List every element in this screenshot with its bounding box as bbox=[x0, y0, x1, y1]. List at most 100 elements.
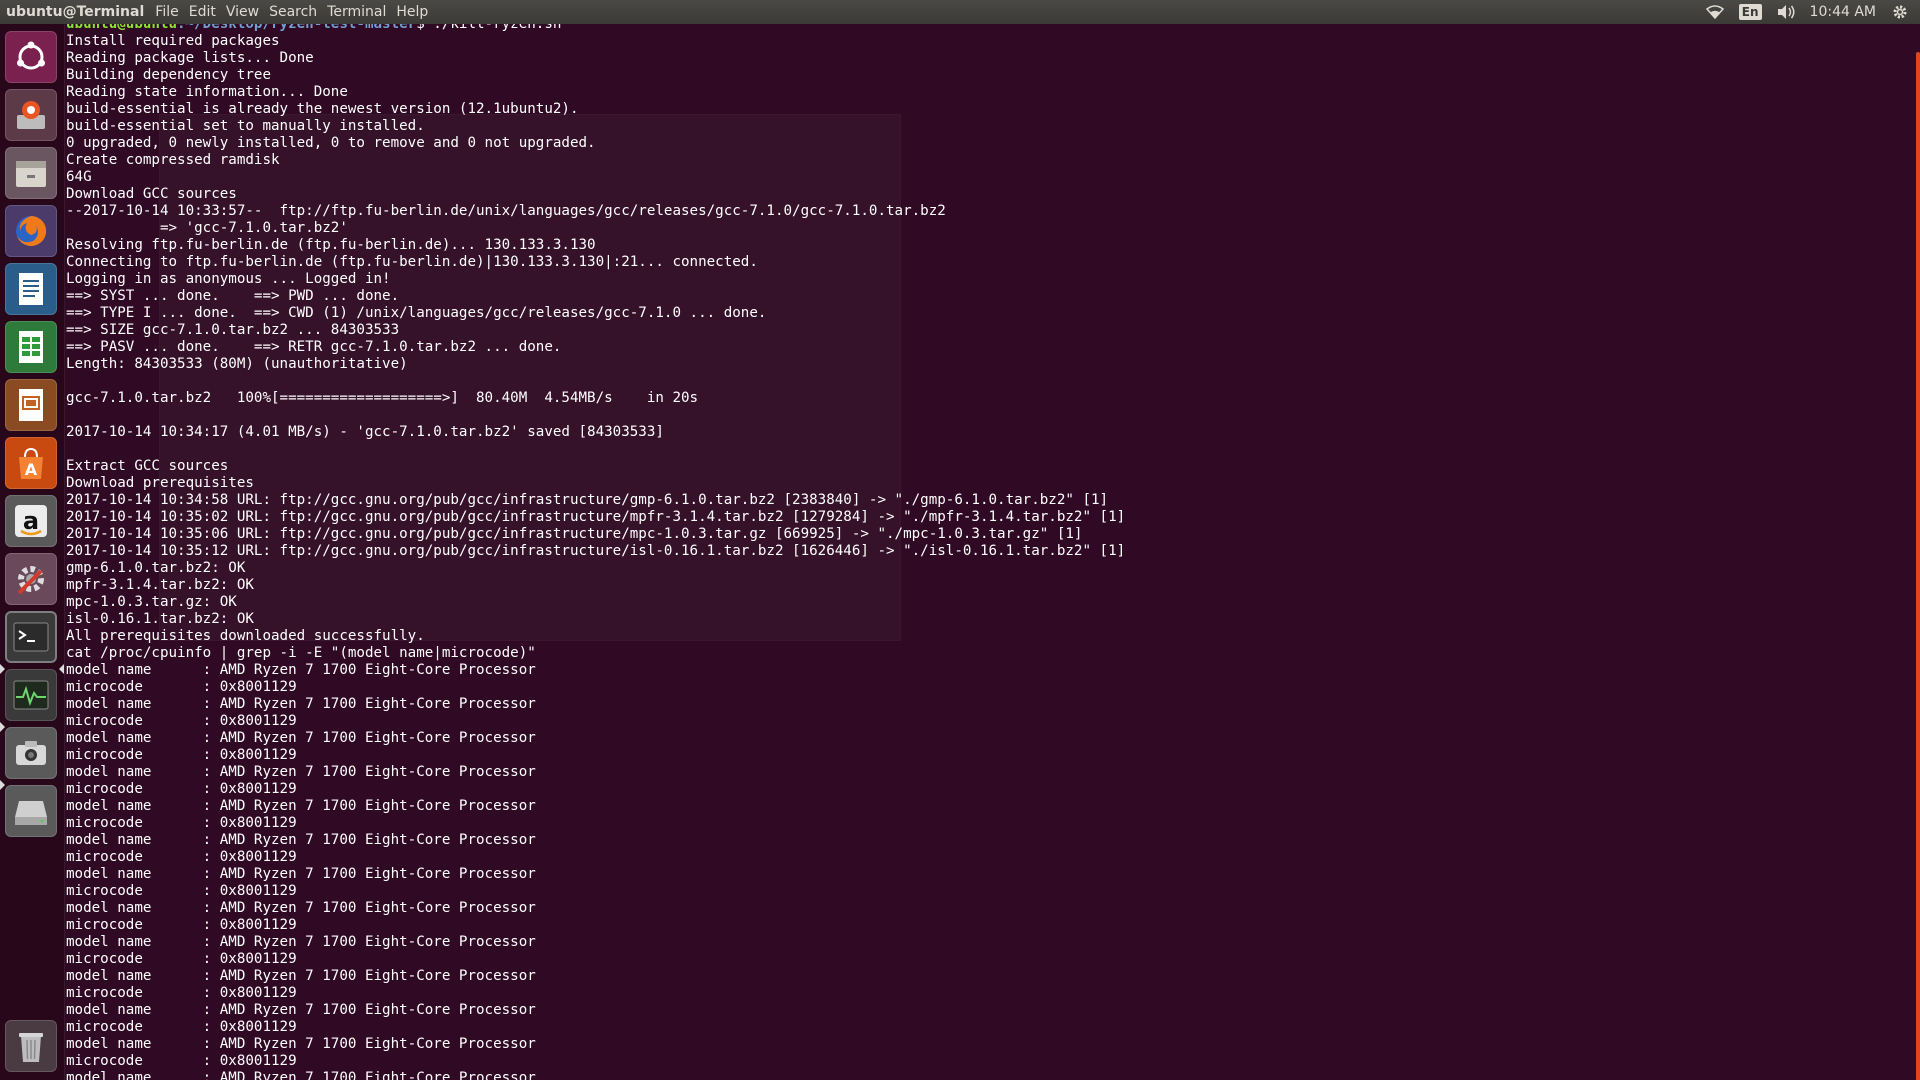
terminal-line: => 'gcc-7.1.0.tar.bz2' bbox=[66, 220, 348, 236]
menu-edit[interactable]: Edit bbox=[184, 0, 221, 24]
terminal-line: gcc-7.1.0.tar.bz2 100%[=================… bbox=[66, 390, 699, 406]
prompt-user: ubuntu@ubuntu bbox=[66, 24, 178, 32]
screenshot-icon[interactable] bbox=[5, 727, 57, 779]
terminal-line: model name : AMD Ryzen 7 1700 Eight-Core… bbox=[66, 934, 536, 950]
volume-icon[interactable] bbox=[1776, 2, 1796, 22]
window-title: ubuntu@Terminal bbox=[6, 4, 145, 20]
svg-text:A: A bbox=[25, 460, 38, 479]
prompt-path: :~/Desktop/ryzen-test-master bbox=[177, 24, 417, 32]
terminal-line: Connecting to ftp.fu-berlin.de (ftp.fu-b… bbox=[66, 254, 758, 270]
launcher: A a bbox=[0, 24, 65, 1080]
terminal-line: Length: 84303533 (80M) (unauthoritative) bbox=[66, 356, 408, 372]
terminal-line: model name : AMD Ryzen 7 1700 Eight-Core… bbox=[66, 900, 536, 916]
terminal-line: microcode : 0x8001129 bbox=[66, 679, 297, 695]
software-center-icon[interactable]: A bbox=[5, 437, 57, 489]
terminal-line: 2017-10-14 10:34:58 URL: ftp://gcc.gnu.o… bbox=[66, 492, 1109, 508]
terminal-line: microcode : 0x8001129 bbox=[66, 1053, 297, 1069]
terminal-line: model name : AMD Ryzen 7 1700 Eight-Core… bbox=[66, 1036, 536, 1052]
terminal-line: mpfr-3.1.4.tar.bz2: OK bbox=[66, 577, 254, 593]
terminal-line: gmp-6.1.0.tar.bz2: OK bbox=[66, 560, 246, 576]
terminal-line: mpc-1.0.3.tar.gz: OK bbox=[66, 594, 237, 610]
terminal-line: ==> PASV ... done. ==> RETR gcc-7.1.0.ta… bbox=[66, 339, 562, 355]
ubuntu-dash-icon[interactable] bbox=[5, 31, 57, 83]
svg-text:a: a bbox=[23, 507, 39, 535]
terminal-line: 2017-10-14 10:35:02 URL: ftp://gcc.gnu.o… bbox=[66, 509, 1126, 525]
prompt-command: $ ./kill-ryzen.sh bbox=[416, 24, 562, 32]
terminal-line: microcode : 0x8001129 bbox=[66, 747, 297, 763]
system-settings-icon[interactable] bbox=[5, 553, 57, 605]
terminal-line: Reading state information... Done bbox=[66, 84, 348, 100]
terminal-line: 2017-10-14 10:34:17 (4.01 MB/s) - 'gcc-7… bbox=[66, 424, 664, 440]
terminal-output[interactable]: ubuntu@ubuntu:~/Desktop/ryzen-test-maste… bbox=[66, 24, 1125, 1080]
menu-view[interactable]: View bbox=[221, 0, 264, 24]
libreoffice-writer-icon[interactable] bbox=[5, 263, 57, 315]
terminal-line: 0 upgraded, 0 newly installed, 0 to remo… bbox=[66, 135, 596, 151]
terminal-line: Create compressed ramdisk bbox=[66, 152, 280, 168]
terminal-line: microcode : 0x8001129 bbox=[66, 951, 297, 967]
terminal-lines: Install required packages Reading packag… bbox=[66, 33, 1125, 1080]
indicator-area: En 10:44 AM bbox=[1705, 0, 1920, 24]
terminal-line: Install required packages bbox=[66, 33, 280, 49]
terminal-line: microcode : 0x8001129 bbox=[66, 985, 297, 1001]
terminal-line: model name : AMD Ryzen 7 1700 Eight-Core… bbox=[66, 662, 536, 678]
terminal-line: microcode : 0x8001129 bbox=[66, 883, 297, 899]
terminal-line: Building dependency tree bbox=[66, 67, 271, 83]
terminal-line: microcode : 0x8001129 bbox=[66, 849, 297, 865]
install-ubuntu-icon[interactable] bbox=[5, 89, 57, 141]
terminal-line: Reading package lists... Done bbox=[66, 50, 314, 66]
system-monitor-icon[interactable] bbox=[5, 669, 57, 721]
terminal-line: ==> TYPE I ... done. ==> CWD (1) /unix/l… bbox=[66, 305, 767, 321]
terminal-line: isl-0.16.1.tar.bz2: OK bbox=[66, 611, 254, 627]
terminal-line: All prerequisites downloaded successfull… bbox=[66, 628, 425, 644]
terminal-line: build-essential set to manually installe… bbox=[66, 118, 425, 134]
terminal-line: model name : AMD Ryzen 7 1700 Eight-Core… bbox=[66, 764, 536, 780]
terminal-line: model name : AMD Ryzen 7 1700 Eight-Core… bbox=[66, 696, 536, 712]
terminal-line: model name : AMD Ryzen 7 1700 Eight-Core… bbox=[66, 730, 536, 746]
terminal-line: Download GCC sources bbox=[66, 186, 237, 202]
running-indicator-right bbox=[59, 664, 64, 674]
terminal-scrollbar[interactable] bbox=[1916, 52, 1920, 1080]
trash-icon[interactable] bbox=[5, 1020, 57, 1072]
terminal-line: model name : AMD Ryzen 7 1700 Eight-Core… bbox=[66, 968, 536, 984]
terminal-line: Extract GCC sources bbox=[66, 458, 229, 474]
terminal-line: microcode : 0x8001129 bbox=[66, 1019, 297, 1035]
terminal-line: model name : AMD Ryzen 7 1700 Eight-Core… bbox=[66, 798, 536, 814]
terminal-line: ==> SIZE gcc-7.1.0.tar.bz2 ... 84303533 bbox=[66, 322, 400, 338]
terminal-line: model name : AMD Ryzen 7 1700 Eight-Core… bbox=[66, 1002, 536, 1018]
terminal-line: microcode : 0x8001129 bbox=[66, 815, 297, 831]
terminal-line: Download prerequisites bbox=[66, 475, 254, 491]
terminal-line: microcode : 0x8001129 bbox=[66, 917, 297, 933]
terminal-line: 2017-10-14 10:35:12 URL: ftp://gcc.gnu.o… bbox=[66, 543, 1126, 559]
top-panel: ubuntu@Terminal File Edit View Search Te… bbox=[0, 0, 1920, 24]
terminal-line: microcode : 0x8001129 bbox=[66, 781, 297, 797]
gear-icon[interactable] bbox=[1890, 2, 1910, 22]
terminal-line: --2017-10-14 10:33:57-- ftp://ftp.fu-ber… bbox=[66, 203, 946, 219]
terminal-line: model name : AMD Ryzen 7 1700 Eight-Core… bbox=[66, 866, 536, 882]
terminal-line: ==> SYST ... done. ==> PWD ... done. bbox=[66, 288, 400, 304]
menu-terminal[interactable]: Terminal bbox=[322, 0, 391, 24]
menu-help[interactable]: Help bbox=[391, 0, 433, 24]
terminal-icon[interactable] bbox=[5, 611, 57, 663]
terminal-window[interactable]: ubuntu@ubuntu:~/Desktop/ryzen-test-maste… bbox=[64, 24, 1920, 1080]
terminal-line: cat /proc/cpuinfo | grep -i -E "(model n… bbox=[66, 645, 536, 661]
files-icon[interactable] bbox=[5, 147, 57, 199]
terminal-line: Resolving ftp.fu-berlin.de (ftp.fu-berli… bbox=[66, 237, 596, 253]
menu-file[interactable]: File bbox=[150, 0, 183, 24]
drive-icon[interactable] bbox=[5, 785, 57, 837]
terminal-line: model name : AMD Ryzen 7 1700 Eight-Core… bbox=[66, 832, 536, 848]
terminal-line: microcode : 0x8001129 bbox=[66, 713, 297, 729]
terminal-line: 2017-10-14 10:35:06 URL: ftp://gcc.gnu.o… bbox=[66, 526, 1083, 542]
wifi-icon[interactable] bbox=[1705, 2, 1725, 22]
terminal-line: model name : AMD Ryzen 7 1700 Eight-Core… bbox=[66, 1070, 536, 1080]
keyboard-layout-indicator[interactable]: En bbox=[1738, 4, 1762, 20]
libreoffice-calc-icon[interactable] bbox=[5, 321, 57, 373]
firefox-icon[interactable] bbox=[5, 205, 57, 257]
amazon-icon[interactable]: a bbox=[5, 495, 57, 547]
terminal-line: 64G bbox=[66, 169, 92, 185]
menu-bar: File Edit View Search Terminal Help bbox=[150, 0, 433, 24]
terminal-line: build-essential is already the newest ve… bbox=[66, 101, 579, 117]
clock[interactable]: 10:44 AM bbox=[1810, 0, 1876, 24]
libreoffice-impress-icon[interactable] bbox=[5, 379, 57, 431]
terminal-line: Logging in as anonymous ... Logged in! bbox=[66, 271, 391, 287]
menu-search[interactable]: Search bbox=[264, 0, 322, 24]
